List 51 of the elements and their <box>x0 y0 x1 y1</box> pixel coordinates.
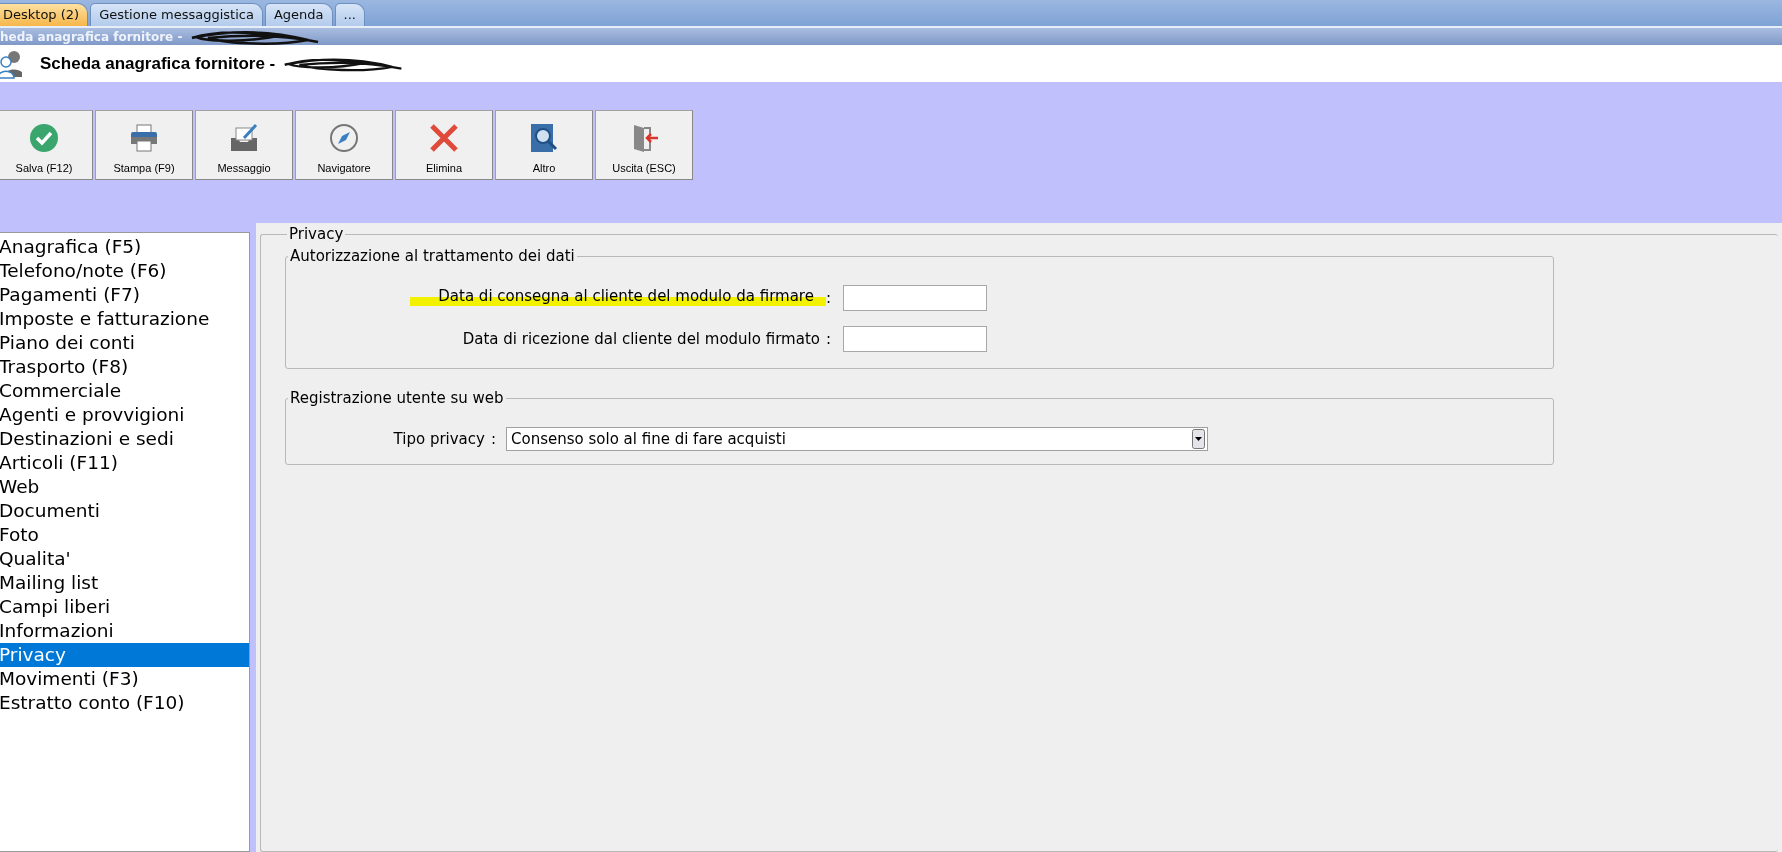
sidebar-item[interactable]: Informazioni <box>0 619 249 643</box>
field-label: Data di consegna al cliente del modulo da firmare <box>410 287 826 309</box>
sidebar-item[interactable]: Pagamenti (F7) <box>0 283 249 307</box>
group-title: Registrazione utente su web <box>289 389 505 407</box>
panel-title: Privacy <box>288 225 345 243</box>
dropdown-caret-icon[interactable] <box>1192 429 1205 449</box>
printer-icon <box>128 122 160 154</box>
sidebar-item[interactable]: Commerciale <box>0 379 249 403</box>
date-field[interactable] <box>843 285 987 311</box>
toolbar-button[interactable]: Uscita (ESC) <box>595 110 693 180</box>
dropdown-field[interactable]: Consenso solo al fine di fare acquisti <box>506 427 1208 451</box>
check-icon <box>28 122 60 154</box>
label-colon: : <box>825 330 831 348</box>
sidebar-item[interactable]: Movimenti (F3) <box>0 667 249 691</box>
sidebar-item[interactable]: Documenti <box>0 499 249 523</box>
tab[interactable]: Gestione messaggistica <box>90 3 263 26</box>
search-icon <box>528 122 560 154</box>
toolbar-button[interactable]: Salva (F12) <box>0 110 93 180</box>
sidebar-item[interactable]: Anagrafica (F5) <box>0 235 249 259</box>
sidebar-item[interactable]: Agenti e provvigioni <box>0 403 249 427</box>
label-colon: : <box>825 289 831 307</box>
tab[interactable]: Desktop (2) <box>0 3 89 26</box>
group-title: Autorizzazione al trattamento dei dati <box>289 247 576 265</box>
window-subtitle: heda anagrafica fornitore - <box>0 29 183 44</box>
tab[interactable]: Agenda <box>264 3 333 26</box>
toolbar-button[interactable]: Navigatore <box>295 110 393 180</box>
sidebar-item[interactable]: Privacy <box>0 643 249 667</box>
tab[interactable]: ... <box>334 3 365 26</box>
sidebar-item[interactable]: Estratto conto (F10) <box>0 691 249 715</box>
sidebar-item[interactable]: Articoli (F11) <box>0 451 249 475</box>
field-label: Tipo privacy <box>393 430 485 448</box>
window-title: Scheda anagrafica fornitore - <box>40 53 276 74</box>
sidebar-item[interactable]: Imposte e fatturazione <box>0 307 249 331</box>
sidebar-item[interactable]: Campi liberi <box>0 595 249 619</box>
compass-icon <box>328 122 360 154</box>
date-field[interactable] <box>843 326 987 352</box>
toolbar-button[interactable]: Stampa (F9) <box>95 110 193 180</box>
sidebar-item[interactable]: Piano dei conti <box>0 331 249 355</box>
sidebar-item[interactable]: Qualita' <box>0 547 249 571</box>
sidebar-item[interactable]: Web <box>0 475 249 499</box>
field-label: Data di ricezione dal cliente del modulo firmato <box>462 330 820 348</box>
toolbar-button[interactable]: Altro <box>495 110 593 180</box>
toolbar-button[interactable]: Messaggio <box>195 110 293 180</box>
toolbar-button[interactable]: Elimina <box>395 110 493 180</box>
dropdown-value: Consenso solo al fine di fare acquisti <box>511 430 786 448</box>
inbox-pen-icon <box>228 122 260 154</box>
sidebar-item[interactable]: Foto <box>0 523 249 547</box>
close-icon <box>428 122 460 154</box>
sidebar-item[interactable]: Destinazioni e sedi <box>0 427 249 451</box>
sidebar-item[interactable]: Mailing list <box>0 571 249 595</box>
label-colon: : <box>490 430 496 448</box>
